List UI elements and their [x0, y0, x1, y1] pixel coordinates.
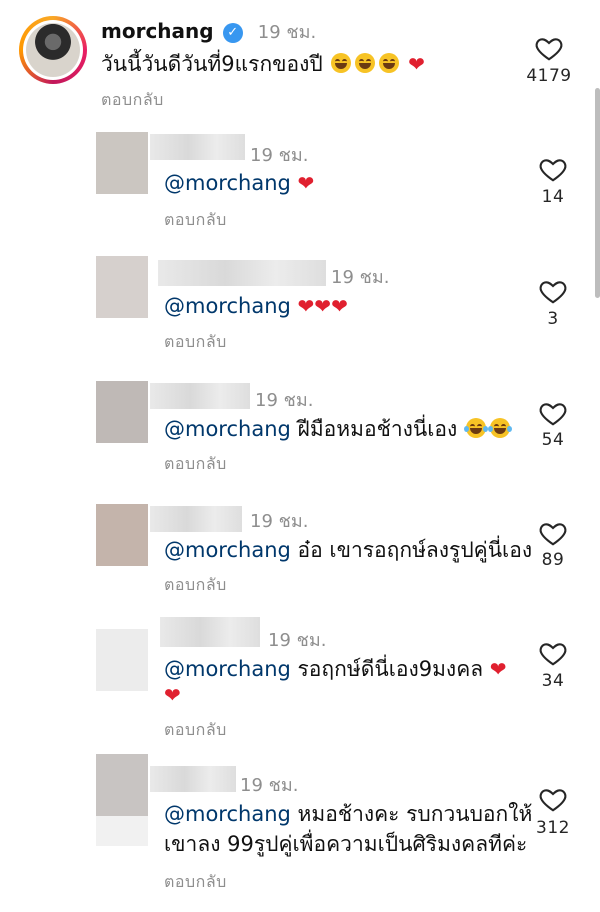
reply-button[interactable]: ตอบกลับ	[164, 452, 227, 477]
reply-button[interactable]: ตอบกลับ	[164, 870, 227, 895]
grinning-emoji-icon	[331, 53, 352, 73]
reply-comment: 19 ชม. @morchang ❤ ตอบกลับ 14	[0, 128, 600, 238]
avatar	[26, 23, 80, 77]
redacted-username[interactable]	[150, 766, 236, 792]
red-heart-emoji-icon: ❤	[164, 683, 181, 707]
reply-comment: 19 ชม. @morchang รอฤกษ์ดีนี่เอง9มงคล ❤ ❤…	[0, 615, 600, 740]
heart-outline-icon[interactable]	[534, 33, 564, 63]
avatar[interactable]	[96, 504, 148, 566]
comment-text: @morchang หมอช้างคะ รบกวนบอกให้	[164, 802, 533, 826]
heart-outline-icon[interactable]	[538, 638, 568, 668]
reply-comment: 19 ชม. @morchang ❤❤❤ ตอบกลับ 3	[0, 252, 600, 362]
heart-outline-icon[interactable]	[538, 276, 568, 306]
comment-text-line2: เขาลง 99รูปคู่เพื่อความเป็นศิริมงคลทีค่ะ	[164, 832, 528, 856]
avatar[interactable]	[96, 256, 148, 318]
red-heart-emoji-icon: ❤	[408, 52, 425, 76]
reply-button[interactable]: ตอบกลับ	[164, 208, 227, 233]
mention-link[interactable]: @morchang	[164, 538, 291, 562]
comment-time: 19 ชม.	[250, 511, 309, 532]
redacted-username[interactable]	[160, 617, 260, 647]
redacted-username[interactable]	[150, 506, 242, 532]
top-comment: morchang ✓ 19 ชม. วันนี้วันดีวันที่9แรกข…	[0, 0, 600, 110]
heart-outline-icon[interactable]	[538, 784, 568, 814]
heart-outline-icon[interactable]	[538, 154, 568, 184]
avatar[interactable]	[96, 132, 148, 194]
avatar-lower	[96, 816, 148, 846]
reply-button[interactable]: ตอบกลับ	[164, 718, 227, 743]
like-count: 89	[541, 550, 565, 570]
reply-button[interactable]: ตอบกลับ	[101, 88, 164, 113]
avatar-story-ring[interactable]	[19, 16, 87, 84]
verified-badge-icon: ✓	[222, 23, 243, 43]
reply-comment: 19 ชม. @morchang ฝีมือหมอช้างนี่เอง ตอบก…	[0, 375, 600, 485]
reply-comment: 19 ชม. @morchang หมอช้างคะ รบกวนบอกให้ เ…	[0, 752, 600, 902]
heart-outline-icon[interactable]	[538, 518, 568, 548]
redacted-username[interactable]	[150, 134, 245, 160]
comment-text: @morchang อ๋อ เขารอฤกษ์ลงรูปคู่นี่เอง	[164, 538, 533, 562]
mention-link[interactable]: @morchang	[164, 657, 291, 681]
comment-text: วันนี้วันดีวันที่9แรกของปี ❤	[101, 52, 425, 76]
redacted-username[interactable]	[150, 383, 250, 409]
comment-time: 19 ชม.	[257, 22, 317, 43]
avatar[interactable]	[96, 754, 148, 816]
red-heart-emoji-icon: ❤	[314, 294, 332, 318]
reply-comment: 19 ชม. @morchang อ๋อ เขารอฤกษ์ลงรูปคู่นี…	[0, 496, 600, 606]
red-heart-emoji-icon: ❤	[489, 657, 507, 681]
like-count: 14	[541, 187, 565, 207]
comment-text: @morchang ❤❤❤	[164, 292, 348, 320]
like-count: 312	[536, 818, 570, 838]
like-count: 34	[541, 671, 565, 691]
avatar[interactable]	[96, 629, 148, 691]
mention-link[interactable]: @morchang	[164, 802, 291, 826]
mention-link[interactable]: @morchang	[164, 294, 291, 318]
avatar[interactable]	[96, 381, 148, 443]
comment-text-line2: ❤	[164, 681, 181, 709]
comment-username[interactable]: morchang	[101, 19, 214, 43]
comment-text: @morchang รอฤกษ์ดีนี่เอง9มงคล ❤	[164, 657, 507, 681]
mention-link[interactable]: @morchang	[164, 417, 291, 441]
comment-time: 19 ชม.	[255, 390, 314, 411]
reply-button[interactable]: ตอบกลับ	[164, 330, 227, 355]
comment-text: @morchang ❤	[164, 169, 314, 197]
comment-time: 19 ชม.	[268, 630, 327, 651]
reply-button[interactable]: ตอบกลับ	[164, 573, 227, 598]
laughing-tears-emoji-icon	[463, 418, 488, 438]
comment-time: 19 ชม.	[240, 775, 299, 796]
red-heart-emoji-icon: ❤	[297, 294, 315, 318]
red-heart-emoji-icon: ❤	[297, 171, 315, 195]
comment-time: 19 ชม.	[331, 267, 390, 288]
laughing-tears-emoji-icon	[487, 418, 512, 438]
grinning-emoji-icon	[355, 53, 376, 73]
mention-link[interactable]: @morchang	[164, 171, 291, 195]
heart-outline-icon[interactable]	[538, 398, 568, 428]
like-count: 4179	[526, 66, 572, 86]
like-count: 3	[547, 309, 559, 329]
like-count: 54	[541, 430, 565, 450]
comment-time: 19 ชม.	[250, 145, 309, 166]
grinning-emoji-icon	[379, 53, 400, 73]
redacted-username[interactable]	[158, 260, 326, 286]
comment-text: @morchang ฝีมือหมอช้างนี่เอง	[164, 415, 512, 443]
red-heart-emoji-icon: ❤	[331, 294, 348, 318]
